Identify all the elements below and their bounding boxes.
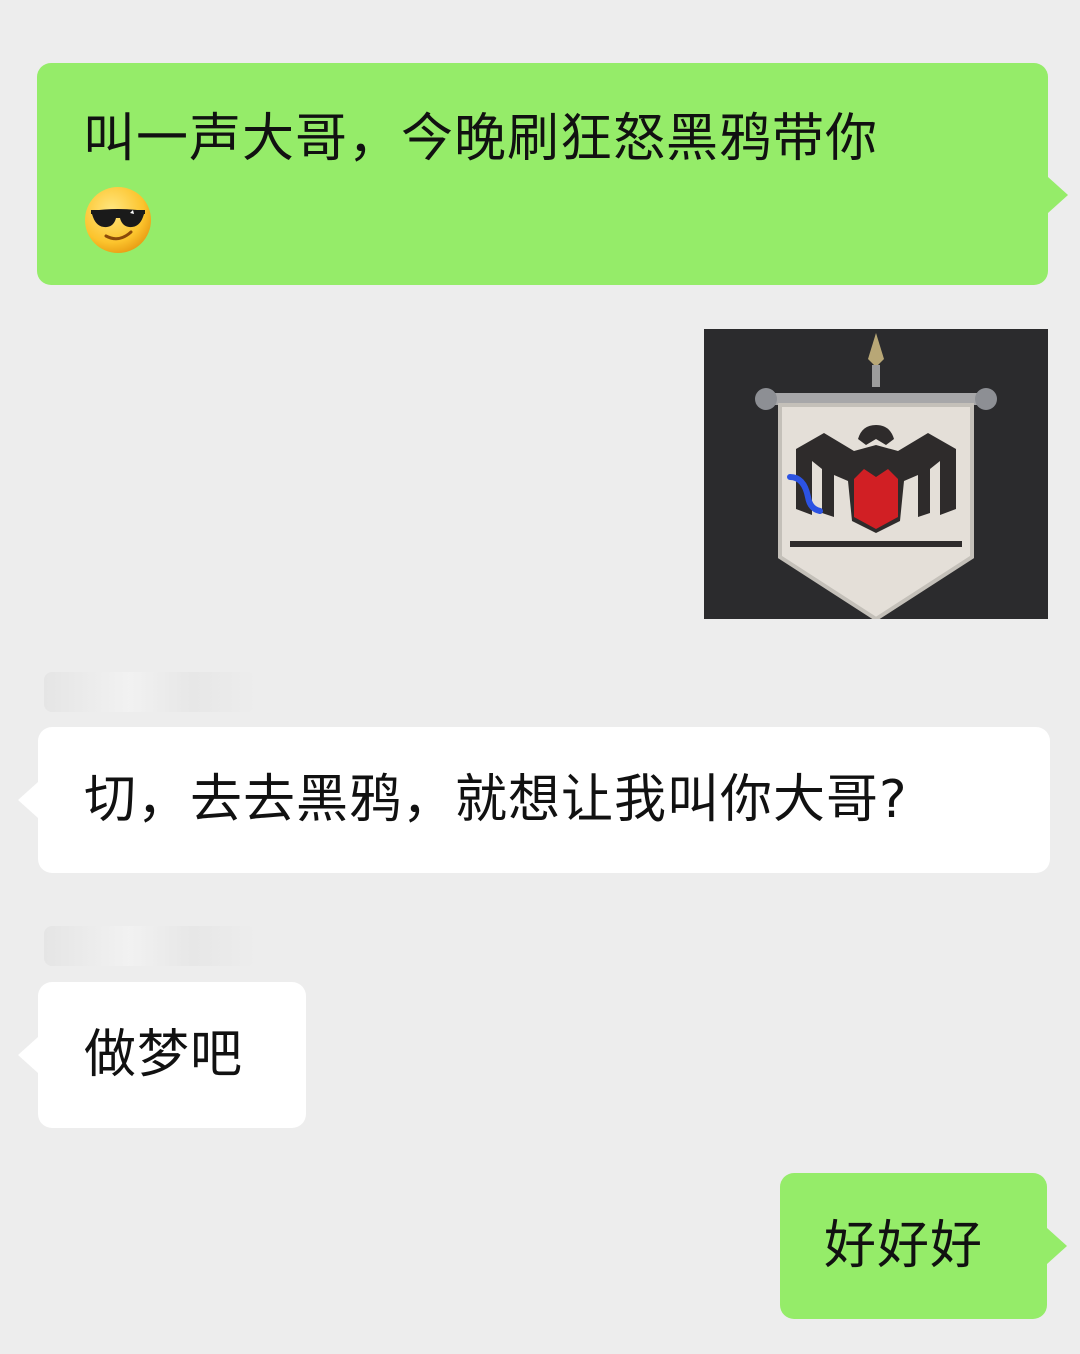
sunglasses-emoji-icon — [83, 185, 153, 255]
message-text: 好好好 — [824, 1216, 984, 1276]
sender-name-blurred — [44, 926, 256, 966]
black-crow-banner-image — [704, 329, 1048, 622]
message-text: 做梦吧 — [84, 1025, 244, 1085]
message-bubble-outgoing[interactable]: 好好好 — [780, 1173, 1067, 1319]
bubble-tail — [18, 1037, 38, 1073]
bubble-tail — [1048, 177, 1068, 213]
bubble-tail — [1047, 1228, 1067, 1264]
bubble-tail — [18, 782, 38, 818]
message-bubble-incoming[interactable]: 做梦吧 — [18, 982, 306, 1128]
message-bubble-incoming[interactable]: 切，去去黑鸦，就想让我叫你大哥? — [18, 727, 1050, 873]
message-text: 切，去去黑鸦，就想让我叫你大哥? — [84, 770, 908, 830]
chat-area: 叫一声大哥，今晚刷狂怒黑鸦带你 切，去去黑鸦，就想让我叫你大哥? 做梦吧 好好好 — [0, 0, 1080, 1354]
sender-name-blurred — [44, 672, 256, 712]
image-message[interactable] — [704, 329, 1048, 622]
message-bubble-outgoing[interactable]: 叫一声大哥，今晚刷狂怒黑鸦带你 — [37, 63, 1068, 285]
message-text: 叫一声大哥，今晚刷狂怒黑鸦带你 — [83, 109, 879, 169]
